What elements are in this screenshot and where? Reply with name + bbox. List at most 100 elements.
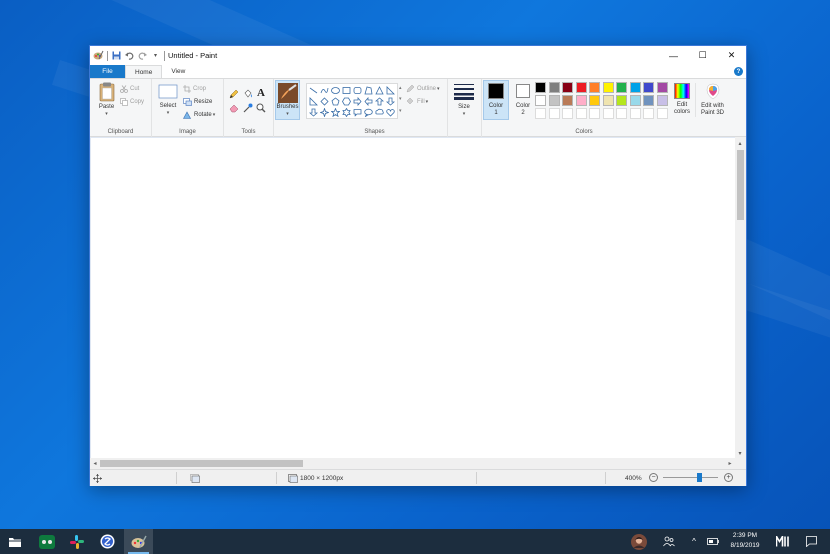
show-hidden-icons-chevron-icon[interactable]: ^ (686, 529, 702, 554)
color-swatch[interactable] (602, 95, 614, 106)
oval-callout-shape-icon[interactable] (363, 107, 374, 118)
color-swatch[interactable] (575, 82, 587, 93)
color-swatch[interactable] (656, 95, 668, 106)
fill-bucket-icon[interactable] (242, 88, 254, 100)
user-avatar[interactable] (628, 529, 650, 554)
down-arrow-shape-icon[interactable] (308, 107, 319, 118)
custom-color-swatch[interactable] (589, 108, 600, 119)
color-swatch[interactable] (562, 82, 573, 93)
rounded-rectangle-shape-icon[interactable] (352, 85, 363, 96)
curve-shape-icon[interactable] (319, 85, 330, 96)
simplenote-taskbar-icon[interactable] (93, 529, 122, 554)
brushes-button[interactable]: Brushes ▾ (275, 80, 300, 120)
right-arrow-shape-icon[interactable] (352, 96, 363, 107)
color-swatch[interactable] (589, 82, 600, 93)
color-picker-icon[interactable] (242, 102, 254, 114)
crop-button[interactable]: Crop (183, 83, 206, 94)
size-button[interactable]: Size ▾ (452, 83, 476, 118)
scroll-up-arrow-icon[interactable]: ▴ (735, 138, 745, 148)
custom-color-swatch[interactable] (602, 108, 614, 119)
paste-button[interactable]: Paste ▾ (94, 82, 119, 118)
five-point-star-shape-icon[interactable] (330, 107, 341, 118)
maximize-button[interactable]: ☐ (688, 46, 717, 65)
undo-icon[interactable] (124, 50, 135, 61)
customize-qat-chevron-icon[interactable]: ▾ (150, 50, 161, 61)
rotate-button[interactable]: Rotate ▾ (183, 109, 215, 120)
text-icon[interactable]: A (255, 87, 267, 99)
six-point-star-shape-icon[interactable] (341, 107, 352, 118)
oval-shape-icon[interactable] (330, 85, 341, 96)
shapes-expand-icon[interactable]: ▾ (399, 105, 402, 116)
shapes-scroll-up-icon[interactable]: ▴ (399, 82, 402, 93)
color-swatch[interactable] (643, 82, 654, 93)
app-tray-icon[interactable] (772, 529, 792, 554)
file-explorer-taskbar-icon[interactable] (0, 529, 29, 554)
scroll-right-arrow-icon[interactable]: ▸ (725, 458, 735, 468)
color-swatch[interactable] (616, 82, 627, 93)
custom-color-swatch[interactable] (629, 108, 641, 119)
vertical-scrollbar[interactable]: ▴ ▾ (735, 137, 746, 458)
save-icon[interactable] (111, 50, 122, 61)
tab-file[interactable]: File (90, 65, 125, 78)
color-swatch[interactable] (589, 95, 600, 106)
right-triangle-shape-icon[interactable] (385, 85, 396, 96)
rectangle-shape-icon[interactable] (341, 85, 352, 96)
custom-color-swatch[interactable] (535, 108, 546, 119)
rounded-callout-shape-icon[interactable] (352, 107, 363, 118)
outline-button[interactable]: Outline ▾ (406, 83, 440, 94)
polygon-shape-icon[interactable] (363, 85, 374, 96)
hexagon-shape-icon[interactable] (341, 96, 352, 107)
magnifier-icon[interactable] (255, 102, 267, 114)
zoom-out-button[interactable]: − (649, 473, 658, 482)
up-arrow-shape-icon[interactable] (374, 96, 385, 107)
zoom-slider-thumb[interactable] (697, 473, 702, 482)
line-shape-icon[interactable] (308, 85, 319, 96)
custom-color-swatch[interactable] (562, 108, 573, 119)
triangle-shape-icon[interactable] (374, 85, 385, 96)
color-swatch[interactable] (643, 95, 654, 106)
select-button[interactable]: Select ▾ (156, 84, 180, 117)
color-swatch[interactable] (629, 95, 641, 106)
color-swatch[interactable] (535, 82, 546, 93)
tab-view[interactable]: View (162, 65, 194, 78)
close-button[interactable]: ✕ (717, 46, 746, 65)
zoom-in-button[interactable]: + (724, 473, 733, 482)
edit-with-paint-3d-button[interactable]: Edit with Paint 3D (695, 83, 729, 117)
color-swatch[interactable] (548, 95, 560, 106)
custom-color-swatch[interactable] (575, 108, 587, 119)
diamond-shape-icon[interactable] (319, 96, 330, 107)
left-arrow-shape-icon[interactable] (363, 96, 374, 107)
custom-color-swatch[interactable] (643, 108, 654, 119)
drawing-canvas[interactable] (91, 138, 735, 458)
cloud-callout-shape-icon[interactable] (374, 107, 385, 118)
people-icon[interactable] (658, 529, 680, 554)
color-swatch[interactable] (562, 95, 573, 106)
slack-taskbar-icon[interactable] (62, 529, 91, 554)
paint-app-icon[interactable] (93, 50, 104, 61)
horizontal-scroll-thumb[interactable] (100, 460, 303, 467)
edit-colors-button[interactable]: Edit colors (670, 83, 694, 116)
copy-button[interactable]: Copy (120, 96, 144, 107)
fill-button[interactable]: Fill ▾ (406, 96, 428, 107)
color-swatch[interactable] (575, 95, 587, 106)
four-point-star-shape-icon[interactable] (319, 107, 330, 118)
minimize-button[interactable]: — (659, 46, 688, 65)
help-icon[interactable]: ? (734, 67, 743, 76)
cut-button[interactable]: Cut (120, 83, 139, 94)
tab-home[interactable]: Home (125, 65, 163, 78)
color-swatch[interactable] (548, 82, 560, 93)
vertical-scroll-thumb[interactable] (737, 150, 744, 220)
color-swatch[interactable] (602, 82, 614, 93)
horizontal-scrollbar[interactable]: ◂ ▸ (90, 458, 735, 469)
scroll-down-arrow-icon[interactable]: ▾ (735, 448, 745, 458)
custom-color-swatch[interactable] (616, 108, 627, 119)
scroll-left-arrow-icon[interactable]: ◂ (90, 458, 100, 468)
pencil-icon[interactable] (228, 88, 240, 100)
down-arrow-shape-icon[interactable] (385, 96, 396, 107)
color-2-button[interactable]: Color 2 (510, 80, 536, 120)
resize-button[interactable]: Resize (183, 96, 212, 107)
color-swatch[interactable] (616, 95, 627, 106)
color-1-button[interactable]: Color 1 (483, 80, 509, 120)
system-clock[interactable]: 2:39 PM 8/19/2019 (720, 531, 770, 551)
xbox-game-bar-taskbar-icon[interactable] (32, 529, 61, 554)
